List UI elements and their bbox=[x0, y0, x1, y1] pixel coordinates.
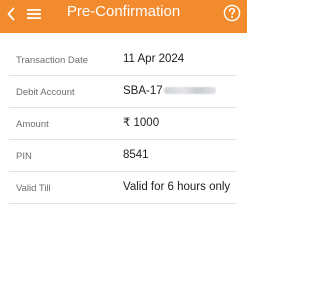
back-chevron-icon bbox=[7, 7, 15, 21]
transaction-date-label: Transaction Date bbox=[16, 55, 88, 66]
detail-row-pin: PIN 8541 bbox=[9, 140, 237, 172]
menu-button[interactable] bbox=[24, 4, 44, 24]
valid-till-label: Valid Till bbox=[16, 183, 51, 194]
transaction-details: Transaction Date 11 Apr 2024 Debit Accou… bbox=[9, 44, 237, 204]
back-button[interactable] bbox=[3, 4, 19, 24]
detail-row-amount: Amount ₹ 1000 bbox=[9, 108, 237, 140]
debit-account-value-wrap: SBA-17 bbox=[123, 76, 216, 107]
help-circle-icon bbox=[223, 4, 241, 22]
detail-row-debit-account: Debit Account SBA-17 bbox=[9, 76, 237, 108]
detail-row-valid-till: Valid Till Valid for 6 hours only bbox=[9, 172, 237, 204]
hamburger-menu-icon bbox=[27, 9, 41, 19]
help-button[interactable] bbox=[222, 3, 242, 23]
masked-account-number bbox=[163, 87, 216, 95]
valid-till-value: Valid for 6 hours only bbox=[123, 181, 231, 193]
app-header: Pre-Confirmation bbox=[0, 0, 247, 33]
amount-value: ₹ 1000 bbox=[123, 117, 160, 129]
pre-confirmation-screen: Pre-Confirmation Transaction Date 11 Apr… bbox=[0, 0, 247, 300]
page-title: Pre-Confirmation bbox=[66, 3, 181, 20]
debit-account-value: SBA-17 bbox=[123, 85, 163, 97]
pin-value: 8541 bbox=[123, 149, 149, 161]
debit-account-label: Debit Account bbox=[16, 87, 75, 98]
transaction-date-value: 11 Apr 2024 bbox=[123, 53, 185, 65]
detail-row-transaction-date: Transaction Date 11 Apr 2024 bbox=[9, 44, 237, 76]
pin-label: PIN bbox=[16, 151, 32, 162]
amount-label: Amount bbox=[16, 119, 49, 130]
